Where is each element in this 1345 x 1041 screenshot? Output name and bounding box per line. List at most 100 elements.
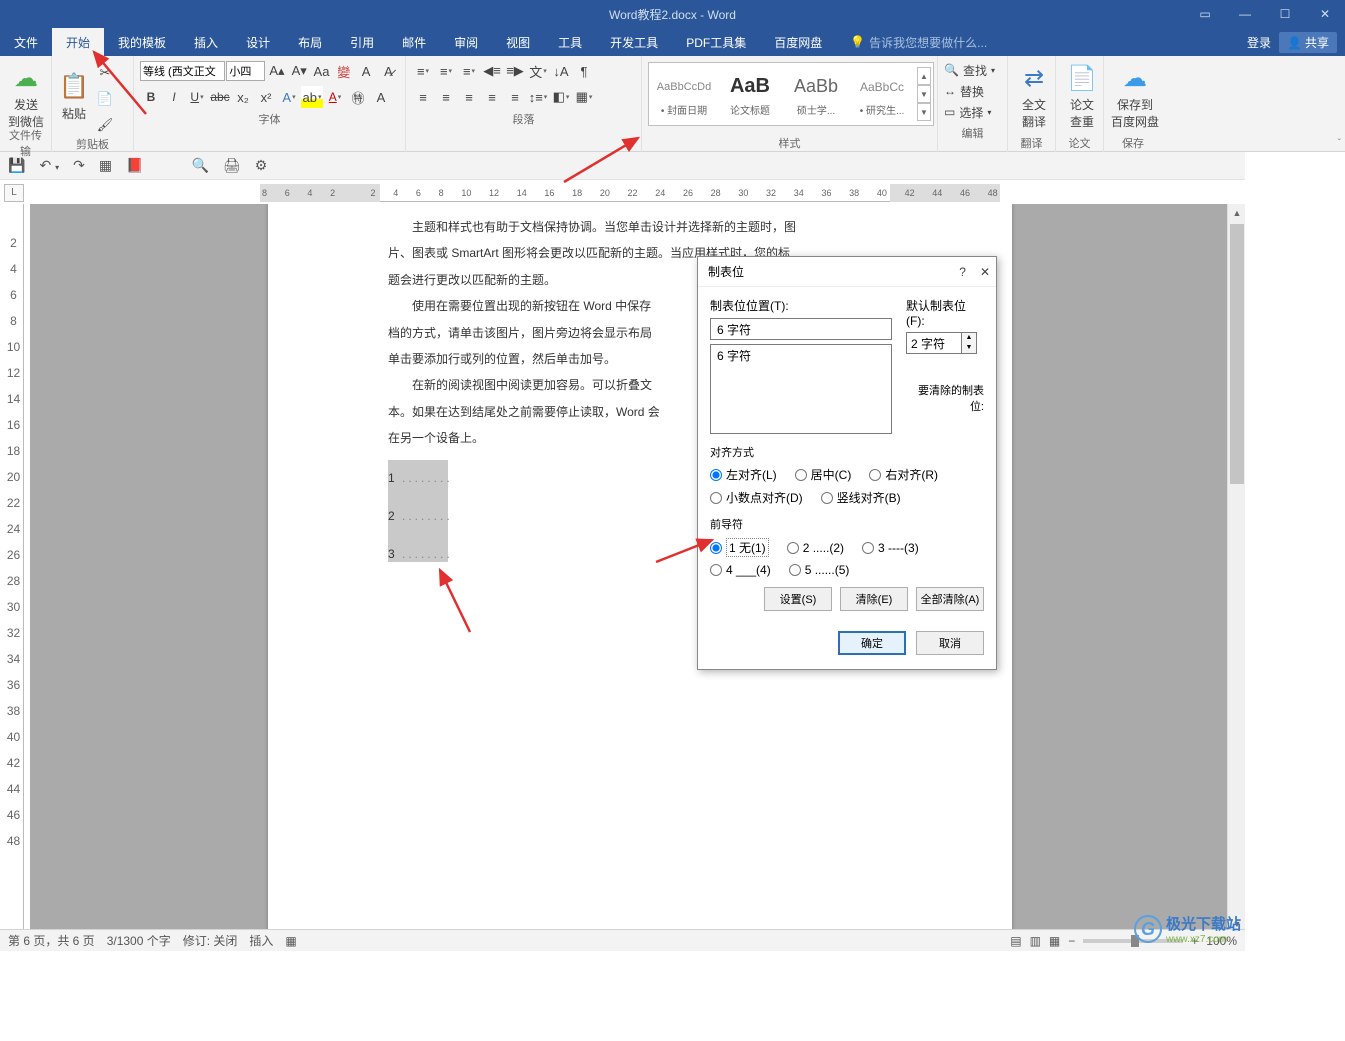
style-thesis-title[interactable]: AaB论文标题 xyxy=(717,65,783,123)
align-decimal-radio[interactable]: 小数点对齐(D) xyxy=(710,489,803,506)
tab-home[interactable]: 开始 xyxy=(52,28,104,56)
cut-button[interactable]: ✂ xyxy=(94,62,116,84)
qat-redo-button[interactable]: ↷ xyxy=(73,157,85,174)
styles-gallery[interactable]: AaBbCcDd• 封面日期 AaB论文标题 AaBb硕士学... AaBbCc… xyxy=(648,62,934,126)
find-button[interactable]: 🔍查找 ▾ xyxy=(944,60,1001,80)
tab-file[interactable]: 文件 xyxy=(0,28,52,56)
char-shading-button[interactable]: A xyxy=(370,86,392,108)
tab-position-list[interactable]: 6 字符 xyxy=(710,344,892,434)
align-center-radio[interactable]: 居中(C) xyxy=(795,466,852,483)
tab-view[interactable]: 视图 xyxy=(492,28,544,56)
change-case-button[interactable]: Aa xyxy=(311,60,332,82)
line-spacing-button[interactable]: ↕≡ xyxy=(527,86,549,108)
send-to-wechat-button[interactable]: ☁ 发送到微信 xyxy=(4,58,48,134)
gallery-up[interactable]: ▲ xyxy=(917,67,931,85)
dialog-title-bar[interactable]: 制表位 ? ✕ xyxy=(698,257,996,287)
style-grad[interactable]: AaBbCc• 研究生... xyxy=(849,65,915,123)
spin-down[interactable]: ▼ xyxy=(962,343,976,353)
ribbon-options-icon[interactable]: ▭ xyxy=(1185,0,1225,28)
qat-btn8[interactable]: ⚙ xyxy=(255,157,268,174)
distribute-button[interactable]: ≡ xyxy=(504,86,526,108)
clear-tab-button[interactable]: 清除(E) xyxy=(840,587,908,611)
list-num[interactable]: 2 xyxy=(388,503,402,529)
dialog-help-button[interactable]: ? xyxy=(959,265,966,279)
shrink-font-button[interactable]: A▾ xyxy=(289,60,310,82)
font-name-dropdown[interactable]: 等线 (西文正文 xyxy=(140,61,225,81)
enclose-char-button[interactable]: ㊕ xyxy=(347,86,369,108)
login-button[interactable]: 登录 xyxy=(1247,34,1271,51)
page-count[interactable]: 第 6 页，共 6 页 xyxy=(8,932,95,949)
align-bar-radio[interactable]: 竖线对齐(B) xyxy=(821,489,901,506)
tab-templates[interactable]: 我的模板 xyxy=(104,28,180,56)
list-num[interactable]: 1 xyxy=(388,465,402,491)
format-painter-button[interactable]: 🖌 xyxy=(94,114,116,136)
shading-button[interactable]: ◧ xyxy=(550,86,572,108)
qat-undo-button[interactable]: ↶ ▾ xyxy=(39,157,59,174)
align-center-button[interactable]: ≡ xyxy=(435,86,457,108)
track-changes-status[interactable]: 修订: 关闭 xyxy=(183,932,238,949)
thesis-check-button[interactable]: 📄 论文查重 xyxy=(1060,58,1104,134)
cancel-button[interactable]: 取消 xyxy=(916,631,984,655)
decrease-indent-button[interactable]: ◀≡ xyxy=(481,60,503,82)
close-window-button[interactable]: ✕ xyxy=(1305,0,1345,28)
tab-devtools[interactable]: 开发工具 xyxy=(596,28,672,56)
zoom-out-button[interactable]: − xyxy=(1068,934,1075,948)
sort-button[interactable]: ↓A xyxy=(550,60,572,82)
tell-me-search[interactable]: 💡告诉我您想要做什么... xyxy=(850,34,987,51)
paste-button[interactable]: 📋 粘贴 xyxy=(56,58,92,134)
align-left-radio[interactable]: 左对齐(L) xyxy=(710,466,777,483)
bullets-button[interactable]: ≡ xyxy=(412,60,434,82)
clear-format-button[interactable]: A̷ xyxy=(378,60,399,82)
view-print-button[interactable]: ▥ xyxy=(1030,934,1041,948)
horizontal-ruler[interactable]: 8642246810121416182022242628303234363840… xyxy=(260,184,1000,202)
minimize-button[interactable]: — xyxy=(1225,0,1265,28)
insert-mode[interactable]: 插入 xyxy=(249,932,273,949)
ribbon-collapse-button[interactable]: ˇ xyxy=(1338,138,1341,149)
qat-zoom-button[interactable]: 🔍 xyxy=(191,157,208,174)
scroll-thumb[interactable] xyxy=(1230,224,1244,484)
char-border-button[interactable]: A xyxy=(355,60,376,82)
replace-button[interactable]: ↔替换 xyxy=(944,81,1001,101)
leader-1-radio[interactable]: 1 无(1) xyxy=(710,538,769,557)
align-right-radio[interactable]: 右对齐(R) xyxy=(869,466,938,483)
phonetic-guide-button[interactable]: 變 xyxy=(333,60,354,82)
tab-position-input[interactable] xyxy=(710,318,892,340)
gallery-down[interactable]: ▼ xyxy=(917,85,931,103)
body-text[interactable]: 主题和样式也有助于文档保持协调。当您单击设计并选择新的主题时，图 xyxy=(388,214,892,240)
qat-btn4[interactable]: ▦ xyxy=(99,157,112,174)
ruler-corner[interactable]: L xyxy=(4,184,24,202)
default-tab-input[interactable] xyxy=(906,332,962,354)
gallery-more[interactable]: ▼ xyxy=(917,103,931,121)
view-web-button[interactable]: ▦ xyxy=(1049,934,1060,948)
view-read-button[interactable]: ▤ xyxy=(1010,934,1021,948)
copy-button[interactable]: 📄 xyxy=(94,88,116,110)
tab-review[interactable]: 审阅 xyxy=(440,28,492,56)
qat-btn5[interactable]: 📕 xyxy=(126,157,143,174)
strikethrough-button[interactable]: abc xyxy=(209,86,231,108)
align-right-button[interactable]: ≡ xyxy=(458,86,480,108)
tab-insert[interactable]: 插入 xyxy=(180,28,232,56)
dialog-close-button[interactable]: ✕ xyxy=(980,265,990,279)
font-size-dropdown[interactable]: 小四 xyxy=(226,61,265,81)
grow-font-button[interactable]: A▴ xyxy=(266,60,287,82)
asian-layout-button[interactable]: 文 xyxy=(527,60,549,82)
increase-indent-button[interactable]: ≡▶ xyxy=(504,60,526,82)
numbering-button[interactable]: ≡ xyxy=(435,60,457,82)
text-effects-button[interactable]: A xyxy=(278,86,300,108)
tab-layout[interactable]: 布局 xyxy=(284,28,336,56)
highlight-button[interactable]: ab xyxy=(301,86,323,108)
multilevel-button[interactable]: ≡ xyxy=(458,60,480,82)
select-button[interactable]: ▭选择 ▾ xyxy=(944,102,1001,122)
tab-mail[interactable]: 邮件 xyxy=(388,28,440,56)
borders-button[interactable]: ▦ xyxy=(573,86,595,108)
tab-reference[interactable]: 引用 xyxy=(336,28,388,56)
maximize-button[interactable]: ☐ xyxy=(1265,0,1305,28)
subscript-button[interactable]: x₂ xyxy=(232,86,254,108)
macro-icon[interactable]: ▦ xyxy=(285,934,296,948)
tab-design[interactable]: 设计 xyxy=(232,28,284,56)
underline-button[interactable]: U xyxy=(186,86,208,108)
tab-baidu[interactable]: 百度网盘 xyxy=(760,28,836,56)
translate-button[interactable]: ⇄ 全文翻译 xyxy=(1012,58,1056,134)
leader-4-radio[interactable]: 4 ___(4) xyxy=(710,563,771,577)
list-num[interactable]: 3 xyxy=(388,541,402,567)
